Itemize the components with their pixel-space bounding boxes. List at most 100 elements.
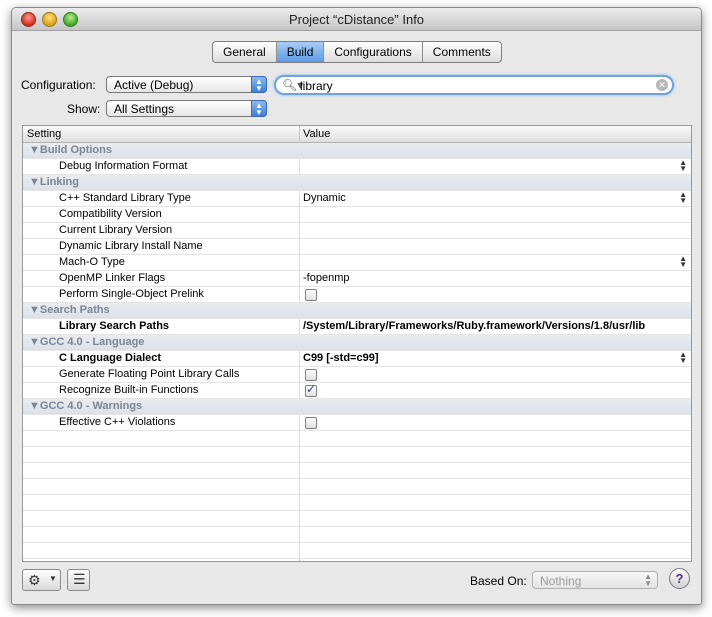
- popup-arrows-icon: ▲ ▼: [251, 100, 267, 117]
- cell-divider: [299, 543, 300, 559]
- table-row[interactable]: Perform Single-Object Prelink: [23, 287, 691, 303]
- empty-row: [23, 479, 691, 495]
- setting-name: Effective C++ Violations: [59, 416, 176, 428]
- group-row[interactable]: ▼Build Options: [23, 143, 691, 159]
- setting-value[interactable]: -fopenmp: [303, 272, 349, 284]
- table-row[interactable]: Current Library Version: [23, 223, 691, 239]
- tab-bar: General Build Configurations Comments: [212, 41, 502, 63]
- setting-name: Compatibility Version: [59, 208, 162, 220]
- show-label: Show:: [67, 102, 101, 116]
- configuration-popup[interactable]: Active (Debug) ▲ ▼: [106, 76, 267, 93]
- settings-table: Setting Value ▼Build Options Debug Inform…: [22, 125, 692, 562]
- cell-divider: [299, 431, 300, 447]
- setting-column-header[interactable]: Setting: [27, 128, 61, 140]
- empty-row: [23, 463, 691, 479]
- popup-arrows-icon[interactable]: ▲ ▼: [679, 159, 687, 173]
- setting-value[interactable]: /System/Library/Frameworks/Ruby.framewor…: [303, 320, 645, 332]
- show-definitions-button[interactable]: ☰: [67, 569, 90, 591]
- cell-divider: [299, 367, 300, 383]
- setting-checkbox[interactable]: ✓: [305, 382, 317, 397]
- help-icon[interactable]: ?: [669, 568, 690, 589]
- based-on-value: Nothing: [540, 574, 582, 588]
- group-row[interactable]: ▼GCC 4.0 - Language: [23, 335, 691, 351]
- table-row[interactable]: C++ Standard Library Type Dynamic ▲ ▼: [23, 191, 691, 207]
- setting-name: C++ Standard Library Type: [59, 192, 191, 204]
- table-row[interactable]: Generate Floating Point Library Calls: [23, 367, 691, 383]
- cell-divider: [299, 255, 300, 271]
- configuration-label: Configuration:: [21, 78, 96, 92]
- tab-comments[interactable]: Comments: [423, 42, 501, 62]
- setting-checkbox[interactable]: [305, 289, 317, 301]
- setting-name: C Language Dialect: [59, 352, 162, 364]
- group-row[interactable]: ▼Linking: [23, 175, 691, 191]
- table-row[interactable]: Library Search Paths/System/Library/Fram…: [23, 319, 691, 335]
- value-column-header[interactable]: Value: [303, 128, 330, 140]
- based-on-label: Based On:: [470, 574, 527, 588]
- setting-name: Current Library Version: [59, 224, 173, 236]
- popup-arrows-icon[interactable]: ▲ ▼: [679, 255, 687, 269]
- group-row[interactable]: ▼GCC 4.0 - Warnings: [23, 399, 691, 415]
- cell-divider: [299, 207, 300, 223]
- group-label: ▼GCC 4.0 - Warnings: [29, 400, 143, 412]
- cell-divider: [299, 159, 300, 175]
- group-label: ▼Linking: [29, 176, 79, 188]
- table-row[interactable]: Effective C++ Violations: [23, 415, 691, 431]
- window-title: Project “cDistance” Info: [288, 12, 425, 27]
- search-field[interactable]: 🔍︎▾ library ✕: [274, 75, 674, 95]
- table-row[interactable]: C Language Dialect C99 [-std=c99] ▲ ▼: [23, 351, 691, 367]
- group-label: ▼Build Options: [29, 144, 112, 156]
- cell-divider: [299, 479, 300, 495]
- setting-name: Library Search Paths: [59, 320, 170, 332]
- list-icon: ☰: [73, 571, 86, 587]
- title-bar[interactable]: Project “cDistance” Info: [12, 8, 701, 31]
- table-row[interactable]: Debug Information Format ▲ ▼: [23, 159, 691, 175]
- gear-icon: ⚙: [28, 572, 41, 588]
- setting-name: OpenMP Linker Flags: [59, 272, 166, 284]
- setting-name: Dynamic Library Install Name: [59, 240, 203, 252]
- cell-divider: [299, 319, 300, 335]
- search-input[interactable]: library: [300, 79, 333, 93]
- table-header: Setting Value: [23, 126, 691, 143]
- action-menu-button[interactable]: ⚙ ▼: [22, 569, 61, 591]
- cell-divider: [299, 223, 300, 239]
- cell-divider: [299, 191, 300, 207]
- setting-value[interactable]: Dynamic: [303, 192, 346, 204]
- cell-divider: [299, 351, 300, 367]
- cell-divider: [299, 287, 300, 303]
- setting-checkbox[interactable]: [305, 417, 317, 429]
- group-label: ▼Search Paths: [29, 304, 110, 316]
- configuration-value: Active (Debug): [114, 78, 194, 92]
- cell-divider: [299, 527, 300, 543]
- empty-row: [23, 495, 691, 511]
- setting-value[interactable]: C99 [-std=c99]: [303, 352, 379, 364]
- empty-row: [23, 431, 691, 447]
- group-row[interactable]: ▼Search Paths: [23, 303, 691, 319]
- popup-arrows-icon[interactable]: ▲ ▼: [679, 351, 687, 365]
- based-on-popup[interactable]: Nothing ▲ ▼: [532, 571, 658, 589]
- popup-arrows-icon: ▲ ▼: [251, 76, 267, 93]
- cell-divider: [299, 271, 300, 287]
- empty-row: [23, 527, 691, 543]
- tab-build[interactable]: Build: [276, 42, 325, 62]
- empty-row: [23, 447, 691, 463]
- setting-name: Mach-O Type: [59, 256, 125, 268]
- tab-configurations[interactable]: Configurations: [324, 42, 423, 62]
- show-popup[interactable]: All Settings ▲ ▼: [106, 100, 267, 117]
- cell-divider: [299, 447, 300, 463]
- show-value: All Settings: [114, 102, 175, 116]
- tab-general[interactable]: General: [213, 42, 277, 62]
- group-label: ▼GCC 4.0 - Language: [29, 336, 145, 348]
- setting-checkbox[interactable]: [305, 369, 317, 381]
- table-row[interactable]: Mach-O Type ▲ ▼: [23, 255, 691, 271]
- clear-icon[interactable]: ✕: [656, 79, 668, 91]
- table-row[interactable]: Dynamic Library Install Name: [23, 239, 691, 255]
- cell-divider: [299, 463, 300, 479]
- table-row[interactable]: OpenMP Linker Flags -fopenmp: [23, 271, 691, 287]
- setting-name: Recognize Built-in Functions: [59, 384, 199, 396]
- cell-divider: [299, 383, 300, 399]
- table-row[interactable]: Recognize Built-in Functions ✓: [23, 382, 691, 399]
- table-row[interactable]: Compatibility Version: [23, 207, 691, 223]
- cell-divider: [299, 239, 300, 255]
- popup-arrows-icon[interactable]: ▲ ▼: [679, 191, 687, 205]
- chevron-down-icon: ▼: [49, 574, 57, 583]
